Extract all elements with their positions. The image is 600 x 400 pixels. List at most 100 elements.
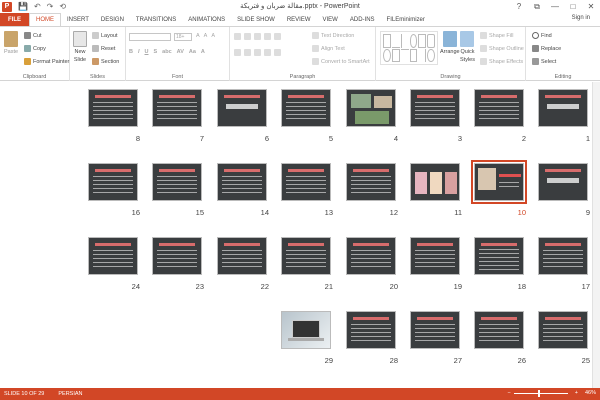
slide-thumbnail[interactable] xyxy=(474,89,524,127)
shape-icon[interactable] xyxy=(400,48,409,63)
slide-thumbnail[interactable] xyxy=(152,89,202,127)
tab-add-ins[interactable]: ADD-INS xyxy=(344,13,381,26)
font-name-field[interactable] xyxy=(129,33,171,41)
shape-icon[interactable] xyxy=(418,34,427,48)
find-button[interactable]: Find xyxy=(532,32,552,39)
slide-thumbnail[interactable] xyxy=(88,163,138,201)
italic-icon[interactable]: I xyxy=(138,49,140,55)
ribbon-display-icon[interactable]: ⧉ xyxy=(528,0,546,13)
text-direction-button[interactable]: Text Direction xyxy=(312,32,354,39)
shape-icon[interactable] xyxy=(391,48,400,62)
align-center-icon[interactable] xyxy=(244,49,251,56)
bold-icon[interactable]: B xyxy=(129,49,133,55)
slide-thumbnail[interactable] xyxy=(281,311,331,349)
start-from-beginning-icon[interactable]: ⟲ xyxy=(59,2,66,11)
shape-fill-button[interactable]: Shape Fill xyxy=(480,32,513,39)
slide-thumbnail[interactable] xyxy=(88,237,138,275)
strikethrough-icon[interactable]: S xyxy=(154,49,158,55)
underline-icon[interactable]: U xyxy=(145,49,149,55)
slide-thumbnail[interactable] xyxy=(474,311,524,349)
zoom-level[interactable]: 46% xyxy=(585,390,596,396)
numbering-icon[interactable] xyxy=(244,33,251,40)
tab-animations[interactable]: ANIMATIONS xyxy=(182,13,231,26)
change-case-icon[interactable]: Aa xyxy=(189,49,196,55)
undo-icon[interactable]: ↶ xyxy=(34,2,41,11)
tab-home[interactable]: HOME xyxy=(29,13,61,26)
save-icon[interactable]: 💾 xyxy=(18,2,28,11)
shape-icon[interactable] xyxy=(427,34,435,48)
slide-thumbnail[interactable] xyxy=(281,237,331,275)
zoom-in-icon[interactable]: + xyxy=(575,390,578,396)
slide-thumbnail[interactable] xyxy=(217,237,267,275)
align-left-icon[interactable] xyxy=(234,49,241,56)
language-indicator[interactable]: PERSIAN xyxy=(58,391,82,397)
vertical-scrollbar[interactable] xyxy=(592,82,600,388)
slide-thumbnail[interactable] xyxy=(346,89,396,127)
shape-icon[interactable] xyxy=(418,48,427,62)
tab-transitions[interactable]: TRANSITIONS xyxy=(130,13,182,26)
slide-thumbnail[interactable] xyxy=(471,160,527,204)
tab-fileminimizer[interactable]: FILEminimizer xyxy=(381,13,431,26)
tab-slide-show[interactable]: SLIDE SHOW xyxy=(231,13,281,26)
help-icon[interactable]: ? xyxy=(510,0,528,13)
shrink-font-icon[interactable]: A xyxy=(204,33,208,39)
char-spacing-icon[interactable]: AV xyxy=(177,49,184,55)
shape-icon[interactable] xyxy=(409,34,418,48)
decrease-indent-icon[interactable] xyxy=(254,33,261,40)
slide-thumbnail[interactable] xyxy=(346,311,396,349)
shadow-icon[interactable]: abc xyxy=(162,49,171,55)
slide-thumbnail[interactable] xyxy=(152,163,202,201)
slide-thumbnail[interactable] xyxy=(410,89,460,127)
shape-effects-button[interactable]: Shape Effects xyxy=(480,58,523,65)
tab-insert[interactable]: INSERT xyxy=(61,13,95,26)
reset-button[interactable]: Reset xyxy=(92,45,115,52)
slide-thumbnail[interactable] xyxy=(538,163,588,201)
slide-thumbnail[interactable] xyxy=(217,163,267,201)
zoom-slider-thumb[interactable] xyxy=(537,389,540,397)
justify-icon[interactable] xyxy=(264,49,271,56)
slide-thumbnail[interactable] xyxy=(217,89,267,127)
slide-thumbnail[interactable] xyxy=(281,89,331,127)
slide-thumbnail[interactable] xyxy=(88,89,138,127)
increase-indent-icon[interactable] xyxy=(264,33,271,40)
zoom-out-icon[interactable]: − xyxy=(508,390,511,396)
shapes-gallery[interactable] xyxy=(380,31,438,65)
slide-thumbnail[interactable] xyxy=(346,237,396,275)
slide-thumbnail[interactable] xyxy=(152,237,202,275)
close-icon[interactable]: ✕ xyxy=(582,0,600,13)
slide-thumbnail[interactable] xyxy=(538,89,588,127)
slide-thumbnail[interactable] xyxy=(474,237,524,275)
paste-button[interactable]: Paste xyxy=(4,31,18,55)
tab-review[interactable]: REVIEW xyxy=(281,13,317,26)
maximize-icon[interactable]: □ xyxy=(564,0,582,13)
shape-icon[interactable] xyxy=(427,48,435,62)
line-spacing-icon[interactable] xyxy=(274,33,281,40)
copy-button[interactable]: Copy xyxy=(24,45,46,52)
font-color-icon[interactable]: A xyxy=(201,49,205,55)
section-button[interactable]: Section xyxy=(92,58,119,65)
quick-styles-button[interactable]: Quick Styles xyxy=(460,31,475,63)
slide-thumbnail[interactable] xyxy=(346,163,396,201)
shape-icon[interactable] xyxy=(391,34,400,48)
layout-button[interactable]: Layout xyxy=(92,32,118,39)
powerpoint-icon[interactable]: P xyxy=(2,1,12,12)
slide-thumbnail[interactable] xyxy=(410,237,460,275)
shape-icon[interactable] xyxy=(409,48,418,62)
shape-outline-button[interactable]: Shape Outline xyxy=(480,45,524,52)
grow-font-icon[interactable]: A xyxy=(196,33,200,39)
shape-icon[interactable] xyxy=(383,34,391,48)
replace-button[interactable]: Replace xyxy=(532,45,561,52)
shape-icon[interactable] xyxy=(383,48,391,62)
smartart-button[interactable]: Convert to SmartArt xyxy=(312,58,370,65)
zoom-slider[interactable] xyxy=(513,389,568,397)
arrange-button[interactable]: Arrange xyxy=(440,31,460,55)
slide-thumbnail[interactable] xyxy=(410,163,460,201)
slide-thumbnail[interactable] xyxy=(410,311,460,349)
tab-design[interactable]: DESIGN xyxy=(95,13,130,26)
slide-thumbnail[interactable] xyxy=(281,163,331,201)
bullets-icon[interactable] xyxy=(234,33,241,40)
redo-icon[interactable]: ↷ xyxy=(47,2,54,11)
tab-file[interactable]: FILE xyxy=(0,13,29,26)
cut-button[interactable]: Cut xyxy=(24,32,42,39)
clear-format-icon[interactable]: A xyxy=(211,33,215,39)
